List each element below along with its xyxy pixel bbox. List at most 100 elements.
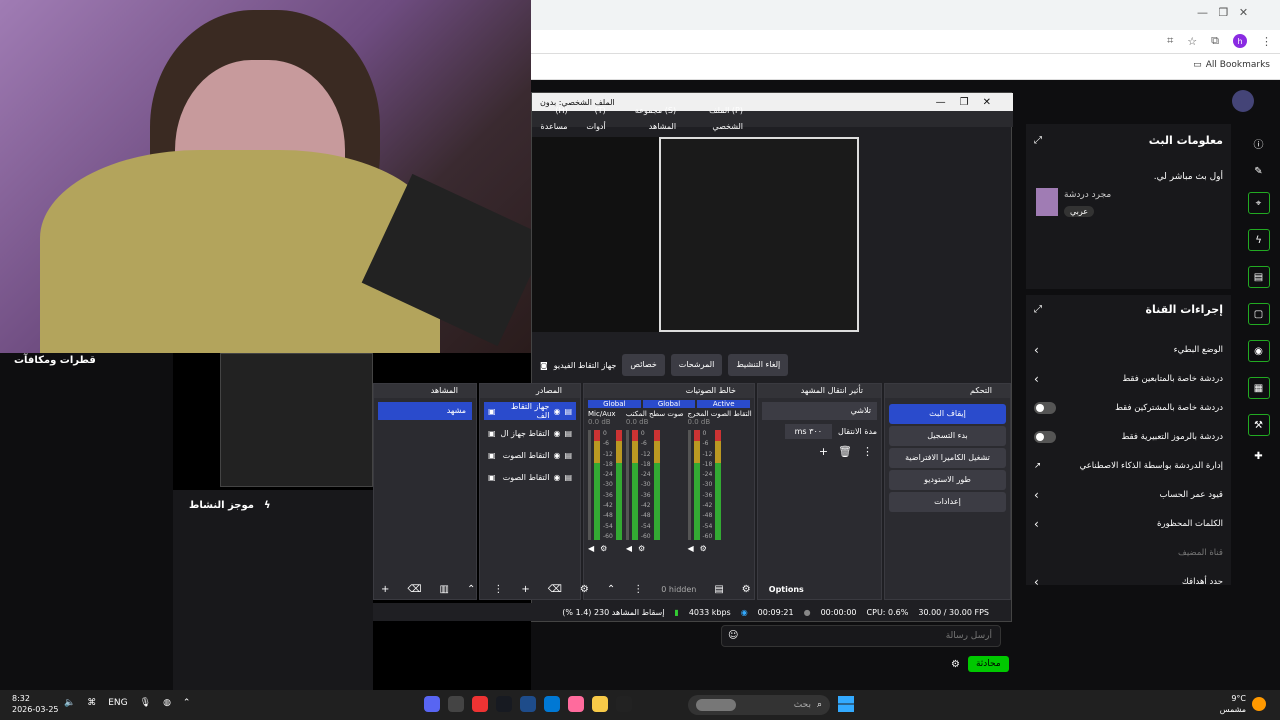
volume-slider[interactable] [625, 430, 629, 540]
channel-action-item[interactable]: دردشة بالرموز التعبيرية فقط [1034, 422, 1223, 451]
deactivate-button[interactable]: إلغاء التنشيط [728, 354, 789, 376]
obs-menu-item[interactable]: (P) الملف الشخصي [686, 103, 743, 135]
channel-action-item[interactable]: قيود عمر الحساب › [1034, 480, 1223, 509]
channel-action-item[interactable]: دردشة خاصة بالمشتركين فقط [1034, 393, 1223, 422]
lock-icon[interactable]: ▤ [564, 429, 572, 438]
source-item[interactable]: ▣ التقاط جهاز ال ◉ ▤ [484, 424, 576, 442]
toggle-switch[interactable] [1034, 430, 1056, 443]
settings-icon[interactable]: ⚙ [700, 544, 707, 553]
chat-icon[interactable]: ▢ [1247, 303, 1270, 325]
popout-icon[interactable]: ⤢ [1034, 304, 1042, 315]
mic-icon[interactable]: 🎙 [140, 698, 151, 708]
obs-icon[interactable] [448, 696, 464, 712]
options-button[interactable]: Options [769, 585, 804, 594]
volume-slider[interactable] [588, 430, 591, 540]
chat-input[interactable]: أرسل رسالة ☺ [721, 625, 1001, 647]
lock-icon[interactable]: ▤ [564, 473, 572, 482]
chrome-icon[interactable] [472, 696, 488, 712]
chevron-up-icon[interactable]: ⌃ [467, 584, 475, 595]
settings-icon[interactable]: ⚙ [600, 544, 607, 553]
edge-icon[interactable] [544, 696, 560, 712]
more-icon[interactable]: ⋮ [493, 584, 503, 595]
volume-slider[interactable] [687, 430, 691, 540]
trash-icon[interactable]: 🗑 [838, 445, 852, 458]
category-name[interactable]: مجرد دردشة [1064, 190, 1111, 200]
trash-icon[interactable]: ⌫ [548, 584, 562, 595]
profile-avatar[interactable]: h [1233, 34, 1247, 48]
explorer-icon[interactable] [592, 696, 608, 712]
copilot-icon[interactable] [568, 696, 584, 712]
layout-icon[interactable]: ▤ [714, 584, 723, 595]
language-tag[interactable]: عربي [1064, 206, 1095, 217]
window-controls[interactable]: — ❐ ✕ [1197, 6, 1277, 20]
eye-icon[interactable]: ◉ [553, 429, 560, 438]
speaker-icon[interactable]: ◀ [626, 544, 632, 553]
star-icon[interactable]: ☆ [1187, 35, 1197, 48]
add-icon[interactable]: + [381, 584, 389, 595]
language-indicator[interactable]: ENG [108, 698, 127, 708]
channel-action-item[interactable]: الوضع البطيء › [1034, 335, 1223, 364]
more-icon[interactable]: ⋮ [862, 445, 873, 458]
taskbar-search[interactable]: بحث ⌕ [688, 695, 830, 715]
network-icon[interactable]: ⌘ [87, 698, 96, 708]
filters-button[interactable]: المرشحات [670, 354, 723, 376]
popout-icon[interactable]: ⤢ [1034, 135, 1042, 146]
control-button[interactable]: طور الاستوديو [889, 470, 1006, 490]
chevron-up-icon[interactable]: ⌃ [607, 584, 615, 595]
camera-icon[interactable]: ⌖ [1247, 192, 1270, 214]
channel-action-item[interactable]: حدد أهدافك › [1034, 567, 1223, 596]
lightning-icon[interactable]: ϟ [1247, 229, 1270, 251]
mixer-settings-icon[interactable]: ⚙ [742, 584, 751, 595]
layout-icon[interactable]: ▦ [1247, 377, 1270, 399]
menu-icon[interactable]: ⋮ [1261, 35, 1272, 48]
channel-action-item[interactable]: دردشة خاصة بالمتابعين فقط › [1034, 364, 1223, 393]
speaker-icon[interactable]: ◀ [688, 544, 694, 553]
obs-menu-item[interactable]: (T) أدوات [578, 103, 605, 135]
all-bookmarks[interactable]: All Bookmarks [1206, 60, 1270, 70]
settings-icon[interactable]: ⚙ [951, 659, 960, 670]
control-button[interactable]: بدء التسجيل [889, 426, 1006, 446]
add-widget-icon[interactable]: ✚ [1254, 451, 1262, 462]
lock-icon[interactable]: ▤ [564, 407, 572, 416]
store-icon[interactable] [520, 696, 536, 712]
scene-item[interactable]: مشهد [378, 402, 472, 420]
chat-button[interactable]: محادثة [967, 656, 1009, 672]
chevron-up-icon[interactable]: ⌃ [183, 698, 191, 708]
obs-menu-item[interactable]: (S) مجموعة المشاهد [616, 103, 676, 135]
info-icon[interactable]: ⓘ [1254, 136, 1264, 151]
channel-action-item[interactable]: الكلمات المحظورة › [1034, 509, 1223, 538]
trash-icon[interactable]: ⌫ [407, 584, 421, 595]
extension-icon[interactable]: ⧉ [1211, 34, 1219, 48]
address-bar[interactable]: ⌗ ☆ ⧉ h ⋮ [531, 30, 1280, 54]
settings-icon[interactable]: ⚙ [638, 544, 645, 553]
control-button[interactable]: إعدادات [889, 492, 1006, 512]
broadcast-icon[interactable]: ◉ [1247, 340, 1270, 362]
toggle-switch[interactable] [1034, 401, 1056, 414]
eye-icon[interactable]: ◉ [553, 407, 560, 416]
eye-icon[interactable]: ◉ [553, 473, 560, 482]
tray-icon[interactable]: ◍ [163, 698, 171, 708]
source-item[interactable]: ▣ التقاط الصوت ◉ ▤ [484, 446, 576, 464]
steam-icon[interactable] [496, 696, 512, 712]
windows-start-icon[interactable] [838, 696, 854, 712]
speaker-icon[interactable]: ◀ [588, 544, 594, 553]
obs-window-controls[interactable]: —❐✕ [936, 97, 1005, 108]
transition-select[interactable]: تلاشي [762, 402, 877, 420]
volume-icon[interactable]: 🔈 [64, 698, 75, 708]
user-avatar[interactable] [1232, 90, 1254, 112]
control-button[interactable]: تشغيل الكاميرا الافتراضية [889, 448, 1006, 468]
wrench-icon[interactable]: ⚒ [1247, 414, 1270, 436]
settings-icon[interactable]: ⚙ [580, 584, 589, 595]
add-icon[interactable]: + [521, 584, 529, 595]
lock-icon[interactable]: ▤ [564, 451, 572, 460]
channel-action-item[interactable]: إدارة الدردشة بواسطة الذكاء الاصطناعي ↗ [1034, 451, 1223, 480]
source-item[interactable]: ▣ جهاز التقاط الف ◉ ▤ [484, 402, 576, 420]
translate-icon[interactable]: ⌗ [1167, 34, 1173, 48]
filter-icon[interactable]: ▥ [440, 584, 449, 595]
pencil-icon[interactable]: ✎ [1254, 166, 1262, 177]
emote-icon[interactable]: ☺ [728, 630, 738, 641]
obs-menu-item[interactable]: (H) مساعدة [532, 103, 568, 135]
source-item[interactable]: ▣ التقاط الصوت ◉ ▤ [484, 468, 576, 486]
control-button[interactable]: إيقاف البث [889, 404, 1006, 424]
add-icon[interactable]: + [819, 445, 828, 458]
